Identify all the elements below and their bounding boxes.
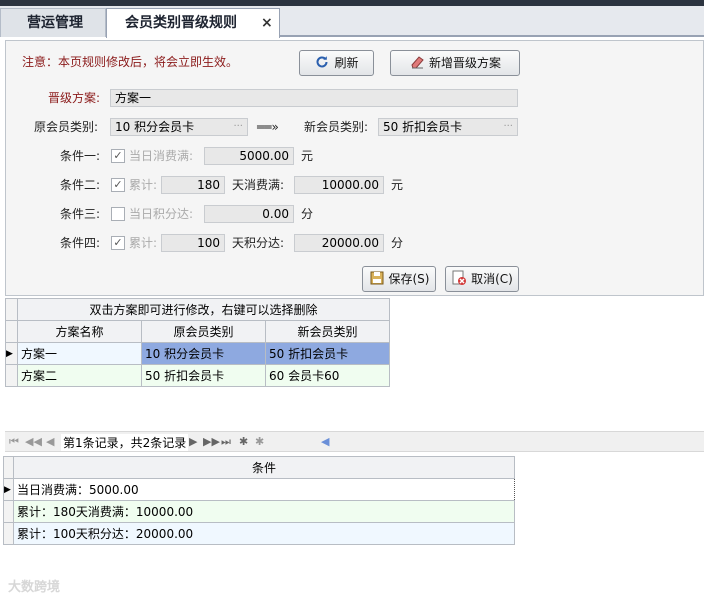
col-orig-type[interactable]: 原会员类别 (141, 320, 266, 343)
table-row[interactable]: ▶ 方案一 10 积分会员卡 50 折扣会员卡 (5, 342, 390, 365)
cancel-button[interactable]: 取消(C) (445, 266, 519, 292)
refresh-button[interactable]: 刷新 (299, 50, 374, 76)
tab-strip: 营运管理 会员类别晋级规则 × (0, 6, 704, 38)
save-button[interactable]: 保存(S) (362, 266, 436, 292)
cell-orig-type[interactable]: 10 积分会员卡 (141, 342, 266, 365)
cond4-check-label: 累计: (129, 236, 158, 250)
cell-new-type[interactable]: 50 折扣会员卡 (265, 342, 390, 365)
cell-condition[interactable]: 累计：100天积分达：20000.00 (13, 522, 515, 545)
rule-editor-panel: 注意：本页规则修改后，将会立即生效。 刷新 新增晋级方案 晋级方案: 方案一 原… (5, 40, 704, 296)
cancel-icon (452, 270, 467, 285)
plan-grid-caption: 双击方案即可进行修改，右键可以选择删除 (17, 298, 390, 321)
last-record-icon[interactable]: ⏭ (221, 435, 231, 449)
cell-plan-name[interactable]: 方案二 (17, 364, 142, 387)
col-plan-name[interactable]: 方案名称 (17, 320, 142, 343)
row-indicator (3, 522, 14, 545)
cond4-label: 条件四: (60, 236, 101, 250)
cond1-check-label: 当日消费满: (129, 149, 194, 163)
cond2-check-label: 累计: (129, 178, 158, 192)
add-record-icon[interactable]: ✱ (239, 435, 248, 448)
cond2-checkbox[interactable]: ✓ (111, 178, 125, 192)
next-page-icon[interactable]: ▶▶ (203, 435, 220, 448)
cond4-checkbox[interactable]: ✓ (111, 236, 125, 250)
grid-corner (5, 298, 18, 321)
table-row[interactable]: ▶ 当日消费满：5000.00 (3, 478, 515, 501)
tab-member-upgrade-rules[interactable]: 会员类别晋级规则 × (106, 8, 280, 38)
cond1-unit: 元 (301, 149, 314, 163)
grid-corner (3, 456, 14, 479)
first-record-icon[interactable]: ⏮ (9, 435, 19, 449)
orig-type-select[interactable]: 10 积分会员卡 (110, 118, 248, 136)
prev-record-icon[interactable]: ◀ (46, 435, 54, 448)
tab-operations[interactable]: 营运管理 (0, 8, 106, 37)
cell-plan-name[interactable]: 方案一 (17, 342, 142, 365)
prev-page-icon[interactable]: ◀◀ (25, 435, 42, 448)
cond4-mid-label: 天积分达: (232, 236, 285, 250)
cond2-unit: 元 (391, 178, 404, 192)
cond4-days-field[interactable]: 100 (161, 234, 225, 252)
plan-label: 晋级方案: (48, 91, 101, 105)
cond3-unit: 分 (301, 207, 314, 221)
refresh-label: 刷新 (334, 56, 359, 70)
orig-type-label: 原会员类别: (34, 120, 99, 134)
cond4-value-field[interactable]: 20000.00 (294, 234, 384, 252)
upgrade-arrow: ══» (257, 120, 279, 134)
cond1-checkbox[interactable]: ✓ (111, 149, 125, 163)
save-icon (370, 271, 383, 285)
delete-record-icon[interactable]: ✱ (255, 435, 264, 448)
new-type-label: 新会员类别: (304, 120, 369, 134)
record-count-text: 第1条记录，共2条记录 (61, 434, 189, 451)
plan-name-field[interactable]: 方案一 (110, 89, 518, 107)
cond2-label: 条件二: (60, 178, 101, 192)
cell-orig-type[interactable]: 50 折扣会员卡 (141, 364, 266, 387)
plan-grid: 双击方案即可进行修改，右键可以选择删除 方案名称 原会员类别 新会员类别 ▶ 方… (5, 298, 390, 387)
cond3-check-label: 当日积分达: (129, 207, 194, 221)
cond2-value-field[interactable]: 10000.00 (294, 176, 384, 194)
cell-new-type[interactable]: 60 会员卡60 (265, 364, 390, 387)
row-indicator (3, 500, 14, 523)
row-indicator (5, 364, 18, 387)
refresh-icon (317, 56, 328, 68)
cond3-value-field[interactable]: 0.00 (204, 205, 294, 223)
new-type-select[interactable]: 50 折扣会员卡 (378, 118, 518, 136)
row-indicator-icon: ▶ (3, 478, 14, 501)
tab-label: 会员类别晋级规则 (125, 15, 237, 31)
orig-type-value: 10 积分会员卡 (115, 120, 195, 134)
cond2-mid-label: 天消费满: (232, 178, 285, 192)
cell-condition[interactable]: 当日消费满：5000.00 (13, 478, 515, 501)
notice-text: 注意：本页规则修改后，将会立即生效。 (22, 55, 239, 69)
watermark-text: 大数跨境 (8, 580, 61, 595)
cond2-days-field[interactable]: 180 (161, 176, 225, 194)
grid-corner (5, 320, 18, 343)
table-row[interactable]: 方案二 50 折扣会员卡 60 会员卡60 (5, 364, 390, 387)
cell-condition[interactable]: 累计：180天消费满：10000.00 (13, 500, 515, 523)
next-record-icon[interactable]: ▶ (189, 435, 197, 448)
cond1-value-field[interactable]: 5000.00 (204, 147, 294, 165)
col-new-type[interactable]: 新会员类别 (265, 320, 390, 343)
eraser-icon (411, 56, 424, 69)
table-row[interactable]: 累计：100天积分达：20000.00 (3, 522, 515, 545)
close-icon[interactable]: × (261, 9, 273, 38)
table-row[interactable]: 累计：180天消费满：10000.00 (3, 500, 515, 523)
save-label: 保存(S) (388, 272, 430, 286)
scroll-left-icon[interactable]: ◀ (321, 435, 329, 448)
add-plan-label: 新增晋级方案 (428, 56, 501, 70)
cond3-checkbox[interactable] (111, 207, 125, 221)
col-condition[interactable]: 条件 (13, 456, 515, 479)
cond3-label: 条件三: (60, 207, 101, 221)
cancel-label: 取消(C) (471, 272, 513, 286)
condition-grid: 条件 ▶ 当日消费满：5000.00 累计：180天消费满：10000.00 累… (3, 456, 515, 545)
record-navigator: ⏮ ◀◀ ◀ 第1条记录，共2条记录 ▶ ▶▶ ⏭ ✱ ✱ ◀ (5, 431, 704, 452)
add-plan-button[interactable]: 新增晋级方案 (390, 50, 520, 76)
cond1-label: 条件一: (60, 149, 101, 163)
cond4-unit: 分 (391, 236, 404, 250)
row-indicator-icon: ▶ (5, 342, 18, 365)
new-type-value: 50 折扣会员卡 (383, 120, 463, 134)
